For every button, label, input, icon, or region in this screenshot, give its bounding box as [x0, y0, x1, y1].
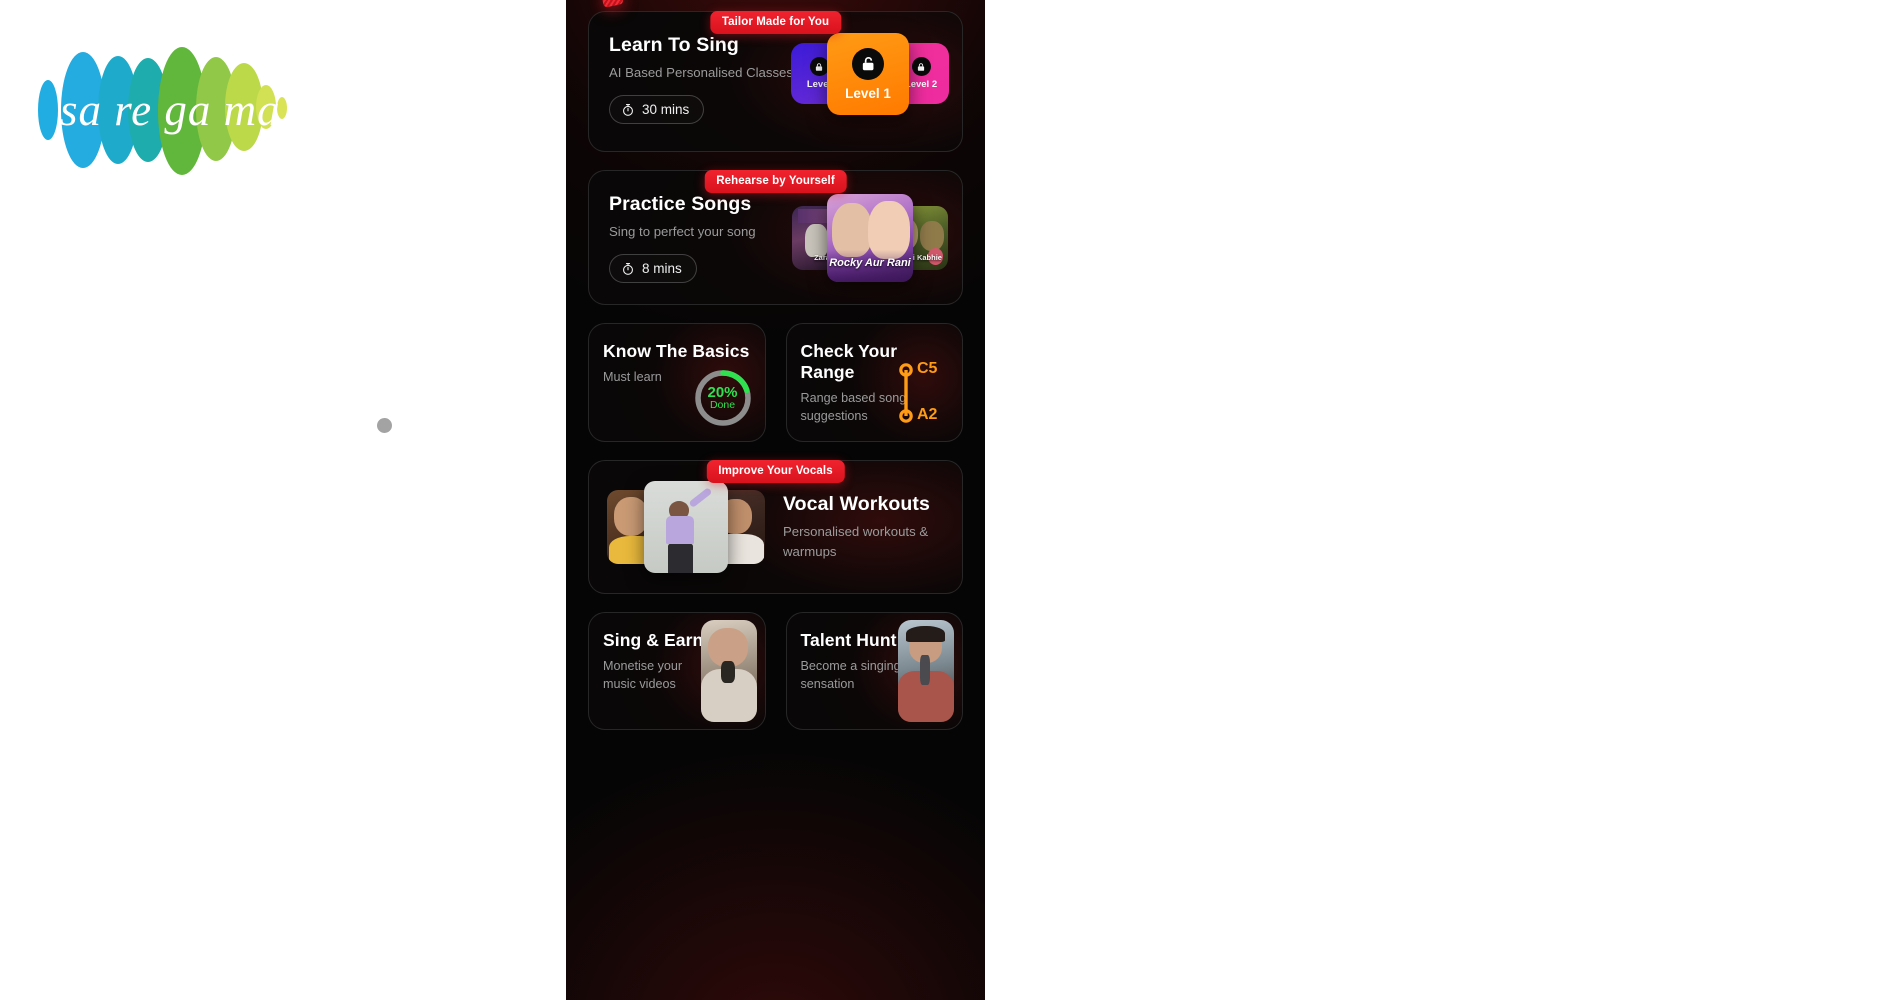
level-selector[interactable]: Level Level 2 Level 1 [791, 33, 949, 115]
learn-to-sing-duration-text: 30 mins [642, 102, 690, 118]
row-promos: Sing & Earn Monetise your music videos T… [588, 612, 963, 744]
mobile-app-panel: Tailor Made for You Learn To Sing AI Bas… [566, 0, 985, 1000]
app-scroll-area[interactable]: Tailor Made for You Learn To Sing AI Bas… [566, 11, 985, 744]
section-vocal-workouts: Improve Your Vocals Vocal Workouts Perso… [588, 460, 963, 594]
level-badge-current[interactable]: Level 1 [827, 33, 909, 115]
practice-songs-duration-chip: 8 mins [609, 254, 697, 284]
cursor-pointer-dot [377, 418, 392, 433]
know-the-basics-title: Know The Basics [603, 341, 750, 361]
album-carousel[interactable]: Zara Kabhi Kabhie Rocky Aur Rani [792, 194, 948, 282]
section-practice-songs: Rehearse by Yourself Practice Songs Sing… [588, 170, 963, 305]
section-learn-to-sing: Tailor Made for You Learn To Sing AI Bas… [588, 11, 963, 152]
svg-text:sa re ga ma: sa re ga ma [60, 85, 281, 135]
lock-icon [809, 57, 829, 76]
screen: sa re ga ma Tailor Made for You Learn To… [0, 0, 1900, 1000]
card-sing-and-earn[interactable]: Sing & Earn Monetise your music videos [588, 612, 766, 730]
talent-hunt-subtitle: Become a singing sensation [800, 659, 901, 692]
workout-thumbnails[interactable] [607, 481, 765, 573]
vocal-workouts-title: Vocal Workouts [783, 493, 930, 516]
row-basics-range: Know The Basics Must learn 20% Done Chec… [588, 323, 963, 442]
stopwatch-icon [621, 103, 635, 117]
progress-percent: 20% [707, 383, 738, 401]
learn-to-sing-subtitle: AI Based Personalised Classes [609, 65, 793, 80]
sing-and-earn-photo [700, 620, 757, 722]
practice-songs-duration-text: 8 mins [642, 261, 682, 277]
level-badge-next-label: Level 2 [904, 79, 938, 90]
saregama-logo: sa re ga ma [30, 35, 290, 185]
card-know-the-basics[interactable]: Know The Basics Must learn 20% Done [588, 323, 766, 442]
top-clipped-badge-icon [600, 0, 624, 8]
learn-to-sing-title: Learn To Sing [609, 34, 739, 56]
progress-ring-text: 20% Done [693, 368, 753, 428]
vocal-workouts-text: Vocal Workouts Personalised workouts & w… [783, 493, 961, 560]
ribbon-tailor-made: Tailor Made for You [709, 11, 842, 34]
sing-and-earn-subtitle: Monetise your music videos [603, 659, 683, 692]
learn-to-sing-duration-chip: 30 mins [609, 95, 705, 125]
vocal-workouts-subtitle: Personalised workouts & warmups [783, 524, 929, 559]
range-note-high: C5 [917, 360, 938, 377]
range-note-low: A2 [917, 406, 938, 423]
vocal-range-indicator: C5 A2 [899, 360, 954, 424]
card-talent-hunt[interactable]: Talent Hunt Become a singing sensation [785, 612, 963, 730]
progress-label: Done [709, 399, 736, 412]
album-center-caption: Rocky Aur Rani [829, 257, 911, 270]
unlock-icon [852, 47, 884, 80]
progress-ring: 20% Done [693, 368, 753, 428]
stopwatch-icon [621, 262, 635, 276]
ribbon-improve-your-vocals: Improve Your Vocals [706, 460, 845, 483]
lock-icon [911, 57, 931, 76]
ribbon-rehearse-by-yourself: Rehearse by Yourself [704, 170, 847, 193]
card-check-your-range[interactable]: Check Your Range Range based song sugges… [785, 323, 963, 442]
level-badge-current-label: Level 1 [845, 85, 891, 101]
workout-thumb-center[interactable] [644, 481, 728, 573]
album-thumb-center[interactable]: Rocky Aur Rani [827, 194, 913, 282]
talent-hunt-photo [898, 620, 954, 722]
